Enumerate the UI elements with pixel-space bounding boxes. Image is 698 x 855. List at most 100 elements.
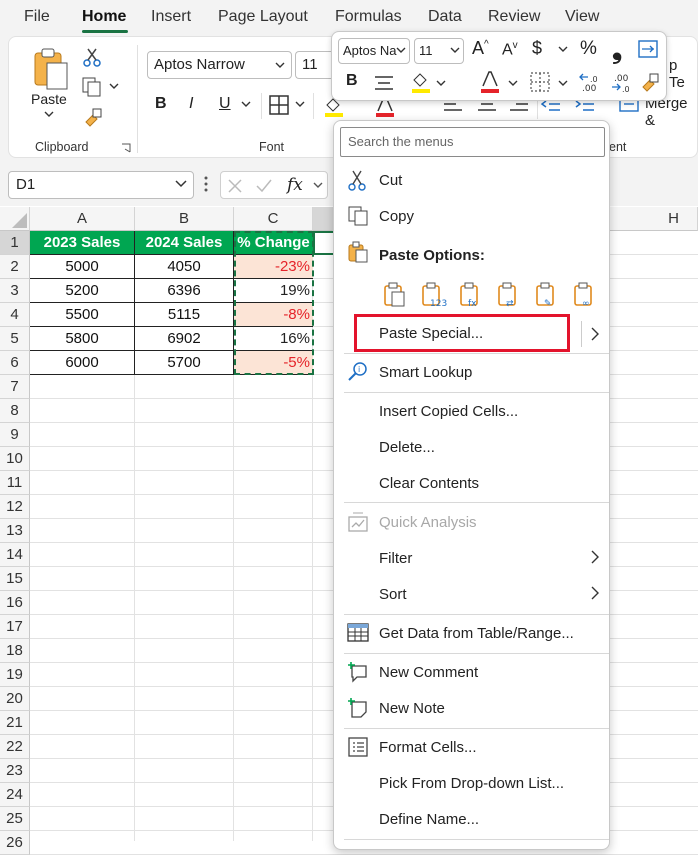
- decrease-decimal-icon[interactable]: .00.0: [610, 70, 634, 94]
- borders-icon[interactable]: [530, 72, 550, 92]
- menu-item-delete[interactable]: Delete...: [379, 439, 435, 456]
- selected-cell-d1[interactable]: [313, 231, 333, 255]
- paste-transpose-icon[interactable]: ⇄: [496, 281, 524, 309]
- header-cell-2024[interactable]: 2024 Sales: [135, 231, 234, 255]
- row-header[interactable]: 13: [0, 519, 30, 543]
- fill-color-icon[interactable]: [410, 70, 432, 94]
- table-cell[interactable]: 6902: [135, 327, 234, 351]
- cancel-icon[interactable]: [227, 178, 243, 194]
- insert-function-button[interactable]: fx: [287, 175, 303, 195]
- tab-insert[interactable]: Insert: [151, 8, 191, 26]
- row-header[interactable]: 14: [0, 543, 30, 567]
- chevron-right-icon[interactable]: [591, 327, 599, 341]
- menu-item-get-data[interactable]: Get Data from Table/Range...: [379, 625, 574, 642]
- menu-item-filter[interactable]: Filter: [379, 550, 412, 567]
- row-header[interactable]: 6: [0, 351, 30, 375]
- menu-item-cut[interactable]: Cut: [379, 172, 402, 189]
- menu-search-input[interactable]: Search the menus: [340, 127, 605, 157]
- tab-data[interactable]: Data: [428, 8, 462, 26]
- paste-label[interactable]: Paste: [31, 91, 67, 107]
- row-header[interactable]: 5: [0, 327, 30, 351]
- row-header[interactable]: 15: [0, 567, 30, 591]
- copy-dropdown-icon[interactable]: [109, 83, 119, 89]
- decrease-font-size-button[interactable]: Av: [502, 40, 518, 59]
- column-header-b[interactable]: B: [135, 207, 234, 231]
- chevron-down-icon[interactable]: [436, 80, 446, 86]
- row-header[interactable]: 17: [0, 615, 30, 639]
- row-header[interactable]: 24: [0, 783, 30, 807]
- row-header[interactable]: 21: [0, 711, 30, 735]
- menu-item-new-comment[interactable]: New Comment: [379, 664, 478, 681]
- row-header[interactable]: 12: [0, 495, 30, 519]
- chevron-down-icon[interactable]: [558, 80, 568, 86]
- row-header[interactable]: 16: [0, 591, 30, 615]
- row-header[interactable]: 3: [0, 279, 30, 303]
- wrap-text-label[interactable]: p Te: [669, 57, 697, 91]
- paste-dropdown-icon[interactable]: [44, 111, 54, 117]
- font-size-select[interactable]: 11: [295, 51, 335, 79]
- underline-dropdown-icon[interactable]: [241, 101, 251, 107]
- comma-style-button[interactable]: ❟: [612, 34, 622, 66]
- menu-item-format-cells[interactable]: Format Cells...: [379, 739, 477, 756]
- menu-item-define-name[interactable]: Define Name...: [379, 811, 479, 828]
- table-cell[interactable]: 5800: [30, 327, 135, 351]
- table-cell[interactable]: 5700: [135, 351, 234, 375]
- currency-button[interactable]: $: [532, 38, 542, 59]
- more-options-icon[interactable]: [204, 176, 208, 192]
- row-header[interactable]: 20: [0, 687, 30, 711]
- menu-item-insert-copied-cells[interactable]: Insert Copied Cells...: [379, 403, 518, 420]
- paste-values-icon[interactable]: 123: [420, 281, 448, 309]
- cut-icon[interactable]: [83, 47, 101, 67]
- row-header[interactable]: 7: [0, 375, 30, 399]
- row-header[interactable]: 8: [0, 399, 30, 423]
- chevron-right-icon[interactable]: [591, 586, 599, 600]
- menu-item-sort[interactable]: Sort: [379, 586, 407, 603]
- column-header-h[interactable]: H: [610, 207, 698, 231]
- italic-button[interactable]: I: [189, 95, 193, 113]
- column-header-d[interactable]: D: [313, 207, 333, 231]
- tab-formulas[interactable]: Formulas: [335, 8, 402, 26]
- row-header[interactable]: 19: [0, 663, 30, 687]
- row-header[interactable]: 9: [0, 423, 30, 447]
- chevron-down-icon[interactable]: [558, 46, 568, 52]
- row-header[interactable]: 26: [0, 831, 30, 855]
- menu-item-new-note[interactable]: New Note: [379, 700, 445, 717]
- borders-icon[interactable]: [269, 95, 289, 115]
- row-header[interactable]: 11: [0, 471, 30, 495]
- tab-page-layout[interactable]: Page Layout: [218, 8, 308, 26]
- name-box[interactable]: D1: [8, 171, 194, 199]
- format-painter-icon[interactable]: [640, 72, 660, 92]
- column-header-a[interactable]: A: [30, 207, 135, 231]
- row-header[interactable]: 22: [0, 735, 30, 759]
- paste-link-icon[interactable]: ∞: [572, 281, 600, 309]
- row-header[interactable]: 25: [0, 807, 30, 831]
- menu-item-clear-contents[interactable]: Clear Contents: [379, 475, 479, 492]
- tab-view[interactable]: View: [565, 8, 599, 26]
- copy-icon[interactable]: [81, 77, 103, 97]
- table-cell[interactable]: 6000: [30, 351, 135, 375]
- paste-icon[interactable]: [31, 47, 71, 91]
- row-header[interactable]: 1: [0, 231, 30, 255]
- tab-file[interactable]: File: [24, 8, 50, 26]
- row-header[interactable]: 23: [0, 759, 30, 783]
- menu-item-copy[interactable]: Copy: [379, 208, 414, 225]
- font-color-icon[interactable]: [480, 70, 500, 94]
- table-cell[interactable]: 5200: [30, 279, 135, 303]
- increase-font-size-button[interactable]: A^: [472, 38, 489, 59]
- header-cell-2023[interactable]: 2023 Sales: [30, 231, 135, 255]
- row-header[interactable]: 10: [0, 447, 30, 471]
- dialog-launcher-icon[interactable]: [121, 143, 131, 153]
- table-cell[interactable]: 5000: [30, 255, 135, 279]
- format-painter-icon[interactable]: [83, 107, 103, 127]
- mini-bold-button[interactable]: B: [346, 72, 358, 90]
- row-header[interactable]: 2: [0, 255, 30, 279]
- menu-item-pick-dropdown[interactable]: Pick From Drop-down List...: [379, 775, 564, 792]
- menu-item-smart-lookup[interactable]: Smart Lookup: [379, 364, 472, 381]
- tab-review[interactable]: Review: [488, 8, 540, 26]
- table-cell[interactable]: 4050: [135, 255, 234, 279]
- column-header-c[interactable]: C: [234, 207, 313, 231]
- row-header[interactable]: 4: [0, 303, 30, 327]
- table-cell[interactable]: 5500: [30, 303, 135, 327]
- table-cell[interactable]: 6396: [135, 279, 234, 303]
- chevron-down-icon[interactable]: [508, 80, 518, 86]
